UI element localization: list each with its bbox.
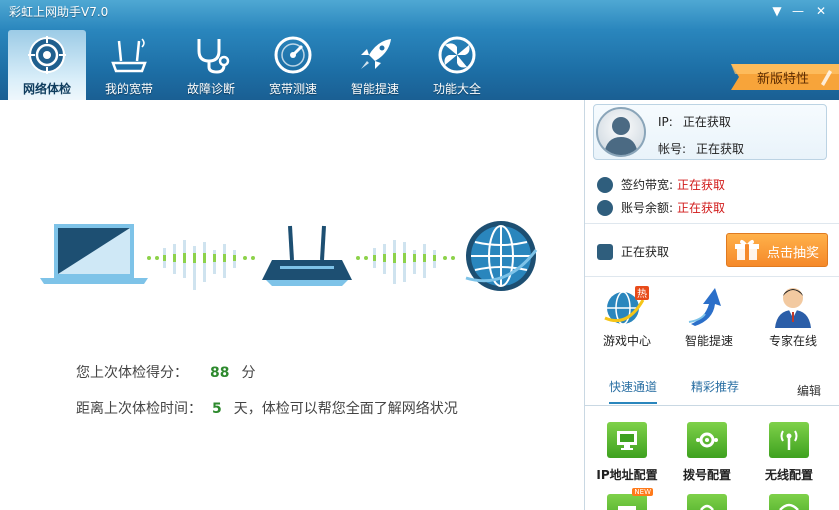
new-features-label: 新版特性 [757, 72, 810, 87]
lottery-button[interactable]: 点击抽奖 [726, 233, 828, 267]
tab-network-checkup[interactable]: 网络体检 [8, 30, 86, 100]
signal-wave-right [356, 240, 455, 284]
tool-label: 无线配置 [764, 468, 813, 482]
edit-link[interactable]: 编辑 [797, 382, 821, 399]
account-value: 正在获取 [696, 142, 745, 156]
stethoscope-icon [197, 39, 230, 74]
time-label: 距离上次体检时间： [76, 401, 202, 417]
dialup-config-button[interactable]: 拨号配置 [667, 422, 747, 483]
divider [585, 223, 839, 224]
smart-boost-button[interactable]: 智能提速 [667, 284, 751, 350]
new-features-banner[interactable]: 新版特性 [731, 60, 839, 92]
user-silhouette-icon [604, 117, 638, 155]
balance-label: 账号余额: [621, 201, 674, 215]
score-label: 您上次体检得分： [76, 365, 188, 381]
tab-all-features[interactable]: 功能大全 [418, 30, 496, 100]
wifi-tool-icon [618, 506, 636, 510]
tool-label: IP地址配置 [596, 468, 658, 482]
feature-label: 专家在线 [768, 334, 817, 348]
lottery-label: 点击抽奖 [767, 246, 820, 261]
header-bar: 彩虹上网助手V7.0 ▼ — ✕ 网络体检 我的宽带 故障诊断 宽带测速 智能提… [0, 0, 839, 100]
router-device-icon [262, 225, 352, 286]
last-checkup-time-row: 距离上次体检时间： 5 天，体检可以帮您全面了解网络状况 [76, 398, 458, 418]
balance-row: 账号余额: 正在获取 [597, 199, 725, 217]
nav-label: 功能大全 [432, 82, 481, 96]
tab-my-broadband[interactable]: 我的宽带 [90, 30, 168, 100]
game-center-button[interactable]: 热 游戏中心 [585, 284, 669, 350]
account-row: 帐号: 正在获取 [658, 140, 744, 157]
balance-value: 正在获取 [677, 201, 726, 215]
last-score-row: 您上次体检得分： 88 分 [76, 362, 255, 382]
app-title: 彩虹上网助手V7.0 [9, 5, 109, 19]
balance-icon [597, 199, 613, 216]
speed-arrow-icon [688, 288, 721, 326]
router-icon [111, 38, 147, 73]
tab-fault-diagnosis[interactable]: 故障诊断 [172, 30, 250, 100]
wifi-signal-icon [779, 503, 799, 510]
gift-icon [735, 239, 759, 260]
network-diagram [40, 221, 538, 291]
antenna-icon [780, 430, 798, 450]
tab-quick-access[interactable]: 快速通道 [609, 378, 658, 404]
nav-label: 故障诊断 [186, 82, 235, 96]
bandwidth-icon [597, 176, 613, 193]
ip-row: IP: 正在获取 [658, 113, 731, 130]
ip-value: 正在获取 [682, 115, 731, 129]
score-unit: 分 [241, 365, 256, 381]
tab-speed-test[interactable]: 宽带测速 [254, 30, 332, 100]
signal-tool-icon [700, 504, 714, 510]
tool-button[interactable] [749, 494, 829, 510]
tab-recommended[interactable]: 精彩推荐 [691, 378, 739, 395]
expert-icon [775, 288, 811, 328]
account-label: 帐号: [658, 142, 687, 156]
feature-label: 游戏中心 [602, 334, 651, 348]
minimize-button[interactable]: — [790, 3, 806, 19]
days-value: 5 [212, 401, 222, 417]
checkup-panel: 您上次体检得分： 88 分 距离上次体检时间： 5 天，体检可以帮您全面了解网络状况 [0, 100, 584, 510]
sidebar: IP: 正在获取 帐号: 正在获取 签约带宽: 正在获取 账号余额: 正在获取 正在获取… [584, 100, 839, 510]
status-icon [597, 243, 613, 260]
new-badge: NEW [632, 488, 653, 496]
wireless-config-button[interactable]: 无线配置 [749, 422, 829, 483]
nav-label: 智能提速 [350, 82, 399, 96]
status-text: 正在获取 [621, 245, 670, 259]
expert-online-button[interactable]: 专家在线 [751, 284, 835, 350]
nav-label: 我的宽带 [104, 82, 153, 96]
game-globe-icon: 热 [604, 286, 649, 325]
monitor-icon [617, 431, 637, 450]
close-button[interactable]: ✕ [813, 3, 829, 19]
target-icon [28, 36, 66, 74]
tool-label: 拨号配置 [682, 468, 731, 482]
puzzle-icon [438, 36, 476, 74]
nav-label: 宽带测速 [268, 82, 317, 96]
rocket-icon [361, 39, 391, 69]
hot-badge: 热 [637, 287, 647, 300]
menu-dropdown-icon[interactable]: ▼ [769, 3, 785, 19]
tool-button[interactable]: NEW [587, 488, 667, 510]
status-row: 正在获取 [597, 243, 669, 261]
feature-label: 智能提速 [684, 334, 733, 348]
bandwidth-value: 正在获取 [677, 178, 726, 192]
speedometer-icon [274, 36, 312, 74]
laptop-icon [40, 224, 148, 284]
avatar[interactable] [596, 107, 646, 157]
tool-button[interactable] [667, 494, 747, 510]
sidebar-tabs: 快速通道 精彩推荐 编辑 [585, 368, 839, 406]
tab-smart-boost[interactable]: 智能提速 [336, 30, 414, 100]
nav-label: 网络体检 [22, 82, 71, 96]
bandwidth-row: 签约带宽: 正在获取 [597, 176, 725, 194]
signal-wave-left [147, 240, 255, 290]
time-suffix: 天，体检可以帮您全面了解网络状况 [233, 401, 458, 417]
ip-config-button[interactable]: IP地址配置 [587, 422, 667, 483]
title-bar: 彩虹上网助手V7.0 ▼ — ✕ [0, 0, 839, 22]
dial-icon [696, 432, 718, 448]
score-value: 88 [210, 365, 230, 381]
bandwidth-label: 签约带宽: [621, 178, 674, 192]
globe-icon [465, 221, 538, 291]
divider [585, 276, 839, 277]
user-info-card: IP: 正在获取 帐号: 正在获取 [593, 104, 827, 160]
ip-label: IP: [658, 115, 673, 129]
